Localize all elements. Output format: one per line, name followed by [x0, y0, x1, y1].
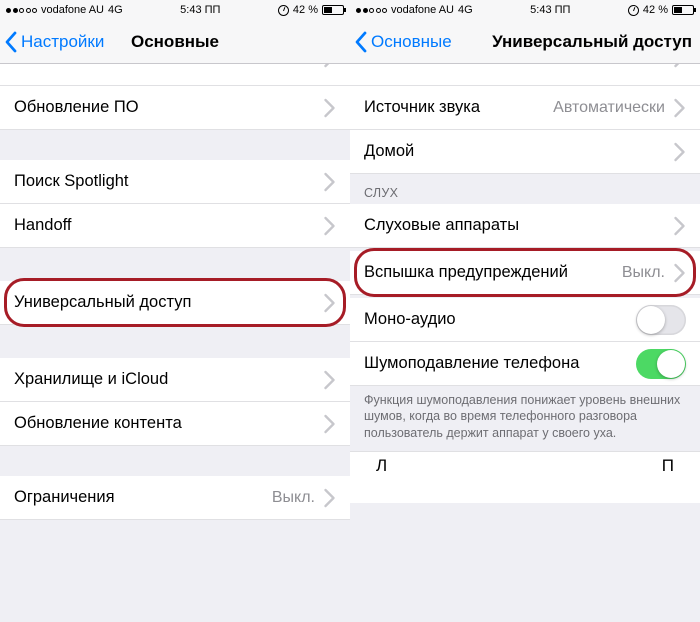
back-button[interactable]: Основные	[350, 31, 452, 53]
row-restrictions[interactable]: Ограничения Выкл.	[0, 476, 350, 520]
row-spotlight[interactable]: Поиск Spotlight	[0, 160, 350, 204]
group-gap	[0, 446, 350, 476]
status-time: 5:43 ПП	[180, 4, 220, 16]
row-led-flash[interactable]: Вспышка предупреждений Выкл.	[350, 251, 700, 295]
row-background-refresh[interactable]: Обновление контента	[0, 402, 350, 446]
group-gap	[0, 328, 350, 358]
chevron-left-icon	[4, 31, 18, 53]
row-software-update[interactable]: Обновление ПО	[0, 86, 350, 130]
battery-icon	[322, 5, 344, 15]
chevron-right-icon	[673, 263, 686, 283]
balance-left-label: Л	[376, 456, 387, 476]
row-label: Handoff	[14, 216, 323, 235]
toggle-mono-audio[interactable]	[636, 305, 686, 335]
row-label: Обновление ПО	[14, 98, 323, 117]
chevron-right-icon	[673, 98, 686, 118]
row-noise-cancel[interactable]: Шумоподавление телефона	[350, 342, 700, 386]
group-header-hearing: слух	[350, 174, 700, 204]
row-value: Выкл.	[272, 489, 315, 507]
row-vibration[interactable]: Вибрация Вкл.	[350, 64, 700, 86]
row-hearing-aids[interactable]: Слуховые аппараты	[350, 204, 700, 248]
nav-bar: Настройки Основные	[0, 20, 350, 64]
row-value: Вкл.	[633, 64, 665, 66]
chevron-right-icon	[323, 370, 336, 390]
row-label: Домой	[364, 142, 673, 161]
status-time: 5:43 ПП	[530, 4, 570, 16]
chevron-right-icon	[673, 216, 686, 236]
battery-icon	[672, 5, 694, 15]
chevron-right-icon	[323, 414, 336, 434]
group-gap	[0, 130, 350, 160]
chevron-right-icon	[673, 142, 686, 162]
settings-list[interactable]: Вибрация Вкл. Источник звука Автоматичес…	[350, 64, 700, 622]
carrier: vodafone AU	[41, 4, 104, 16]
group-gap	[0, 248, 350, 278]
chevron-right-icon	[323, 64, 336, 68]
row-label: Хранилище и iCloud	[14, 370, 323, 389]
row-mono-audio[interactable]: Моно-аудио	[350, 298, 700, 342]
settings-list[interactable]: Об этом устройстве Обновление ПО Поиск S…	[0, 64, 350, 622]
battery-pct: 42 %	[293, 4, 318, 16]
phone-right: vodafone AU 4G 5:43 ПП 42 % Основные Уни…	[350, 0, 700, 622]
status-bar: vodafone AU 4G 5:43 ПП 42 %	[350, 0, 700, 20]
group-footer: Функция шумоподавления понижает уровень …	[350, 386, 700, 451]
chevron-right-icon	[323, 488, 336, 508]
back-label: Настройки	[21, 32, 104, 52]
network: 4G	[108, 4, 123, 16]
row-label: Об этом устройстве	[14, 64, 323, 65]
chevron-left-icon	[354, 31, 368, 53]
row-label: Поиск Spotlight	[14, 172, 323, 191]
phone-left: vodafone AU 4G 5:43 ПП 42 % Настройки Ос…	[0, 0, 350, 622]
alarm-icon	[278, 5, 289, 16]
group-gap	[0, 520, 350, 550]
page-title: Универсальный доступ	[492, 32, 692, 52]
row-value: Выкл.	[622, 264, 665, 282]
back-label: Основные	[371, 32, 452, 52]
chevron-right-icon	[323, 293, 336, 313]
nav-bar: Основные Универсальный доступ	[350, 20, 700, 64]
row-about[interactable]: Об этом устройстве	[0, 64, 350, 86]
chevron-right-icon	[673, 64, 686, 68]
signal-dots-icon	[6, 8, 37, 13]
row-storage-icloud[interactable]: Хранилище и iCloud	[0, 358, 350, 402]
row-accessibility[interactable]: Универсальный доступ	[0, 281, 350, 325]
chevron-right-icon	[323, 98, 336, 118]
row-label: Вспышка предупреждений	[364, 263, 622, 282]
row-label: Ограничения	[14, 488, 272, 507]
alarm-icon	[628, 5, 639, 16]
network: 4G	[458, 4, 473, 16]
row-label: Вибрация	[364, 64, 633, 65]
dual-phone-wrap: vodafone AU 4G 5:43 ПП 42 % Настройки Ос…	[0, 0, 700, 622]
carrier: vodafone AU	[391, 4, 454, 16]
row-label: Источник звука	[364, 98, 553, 117]
row-value: Автоматически	[553, 99, 665, 117]
row-label: Шумоподавление телефона	[364, 354, 636, 373]
battery-pct: 42 %	[643, 4, 668, 16]
row-home[interactable]: Домой	[350, 130, 700, 174]
signal-dots-icon	[356, 8, 387, 13]
row-label: Обновление контента	[14, 414, 323, 433]
row-label: Моно-аудио	[364, 310, 636, 329]
page-title: Основные	[131, 32, 219, 52]
chevron-right-icon	[323, 172, 336, 192]
chevron-right-icon	[323, 216, 336, 236]
balance-right-label: П	[662, 456, 674, 476]
row-sound-source[interactable]: Источник звука Автоматически	[350, 86, 700, 130]
back-button[interactable]: Настройки	[0, 31, 104, 53]
row-audio-balance[interactable]: Л П	[350, 451, 700, 503]
toggle-noise-cancel[interactable]	[636, 349, 686, 379]
status-bar: vodafone AU 4G 5:43 ПП 42 %	[0, 0, 350, 20]
row-label: Универсальный доступ	[14, 293, 323, 312]
row-label: Слуховые аппараты	[364, 216, 673, 235]
row-handoff[interactable]: Handoff	[0, 204, 350, 248]
